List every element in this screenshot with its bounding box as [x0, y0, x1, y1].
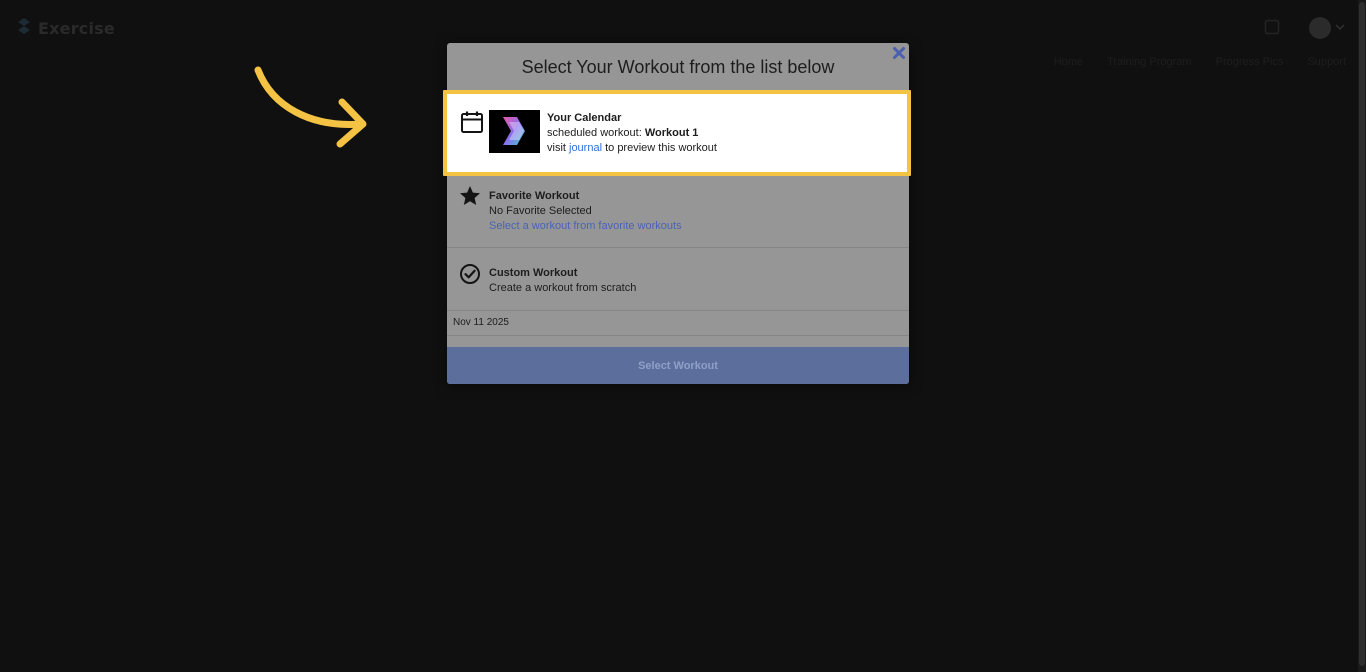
calendar-icon	[461, 111, 483, 133]
journal-line: visit journal to preview this workout	[547, 141, 717, 156]
calendar-option-text: Your Calendar scheduled workout: Workout…	[547, 111, 717, 156]
app-logo-icon	[18, 18, 30, 34]
custom-workout-title: Custom Workout	[489, 267, 578, 279]
favorite-workout-status: No Favorite Selected	[489, 205, 592, 217]
tutorial-arrow-icon	[254, 66, 367, 148]
app-brand[interactable]: Exercise	[14, 16, 115, 40]
option-favorite-workout[interactable]: Favorite Workout No Favorite Selected Se…	[447, 178, 909, 248]
option-custom-workout[interactable]: Custom Workout Create a workout from scr…	[447, 248, 909, 310]
nav-item-training-program[interactable]: Training Program	[1107, 56, 1192, 68]
nav-item-home[interactable]: Home	[1054, 56, 1083, 68]
chat-icon[interactable]	[1264, 19, 1280, 35]
divider	[447, 335, 909, 336]
custom-workout-text: Custom Workout Create a workout from scr…	[489, 266, 636, 296]
scheduled-workout-label: scheduled workout:	[547, 127, 645, 139]
star-icon	[460, 186, 480, 205]
custom-workout-description: Create a workout from scratch	[489, 282, 637, 294]
journal-suffix: to preview this workout	[602, 142, 717, 154]
workout-date[interactable]: Nov 11 2025	[453, 317, 509, 328]
scheduled-workout-line: scheduled workout: Workout 1	[547, 126, 717, 141]
modal-title: Select Your Workout from the list below	[521, 57, 835, 77]
favorite-workout-title: Favorite Workout	[489, 190, 580, 202]
chevron-down-icon[interactable]	[1335, 23, 1345, 31]
nav-item-progress-pics[interactable]: Progress Pics	[1216, 56, 1284, 68]
workout-thumbnail	[489, 110, 540, 153]
select-workout-button[interactable]: Select Workout	[447, 347, 909, 384]
close-icon[interactable]	[892, 46, 906, 60]
app-name: Exercise	[38, 18, 115, 38]
scheduled-workout-name: Workout 1	[644, 127, 699, 139]
calendar-option-title: Your Calendar	[547, 112, 622, 124]
journal-link[interactable]: journal	[569, 142, 602, 154]
scrollbar-thumb[interactable]	[1359, 2, 1365, 666]
top-nav: Home Training Program Progress Pics Supp…	[1054, 56, 1346, 68]
favorite-workout-text: Favorite Workout No Favorite Selected Se…	[489, 189, 682, 234]
page-scrollbar[interactable]	[1358, 0, 1366, 672]
workout-thumbnail-icon	[503, 117, 525, 145]
option-your-calendar[interactable]: Your Calendar scheduled workout: Workout…	[443, 90, 911, 176]
avatar[interactable]	[1309, 17, 1331, 39]
journal-prefix: visit	[547, 142, 569, 154]
check-circle-icon	[460, 264, 480, 284]
nav-item-support[interactable]: Support	[1307, 56, 1346, 68]
favorite-workouts-link[interactable]: Select a workout from favorite workouts	[489, 219, 682, 234]
divider	[447, 310, 909, 311]
